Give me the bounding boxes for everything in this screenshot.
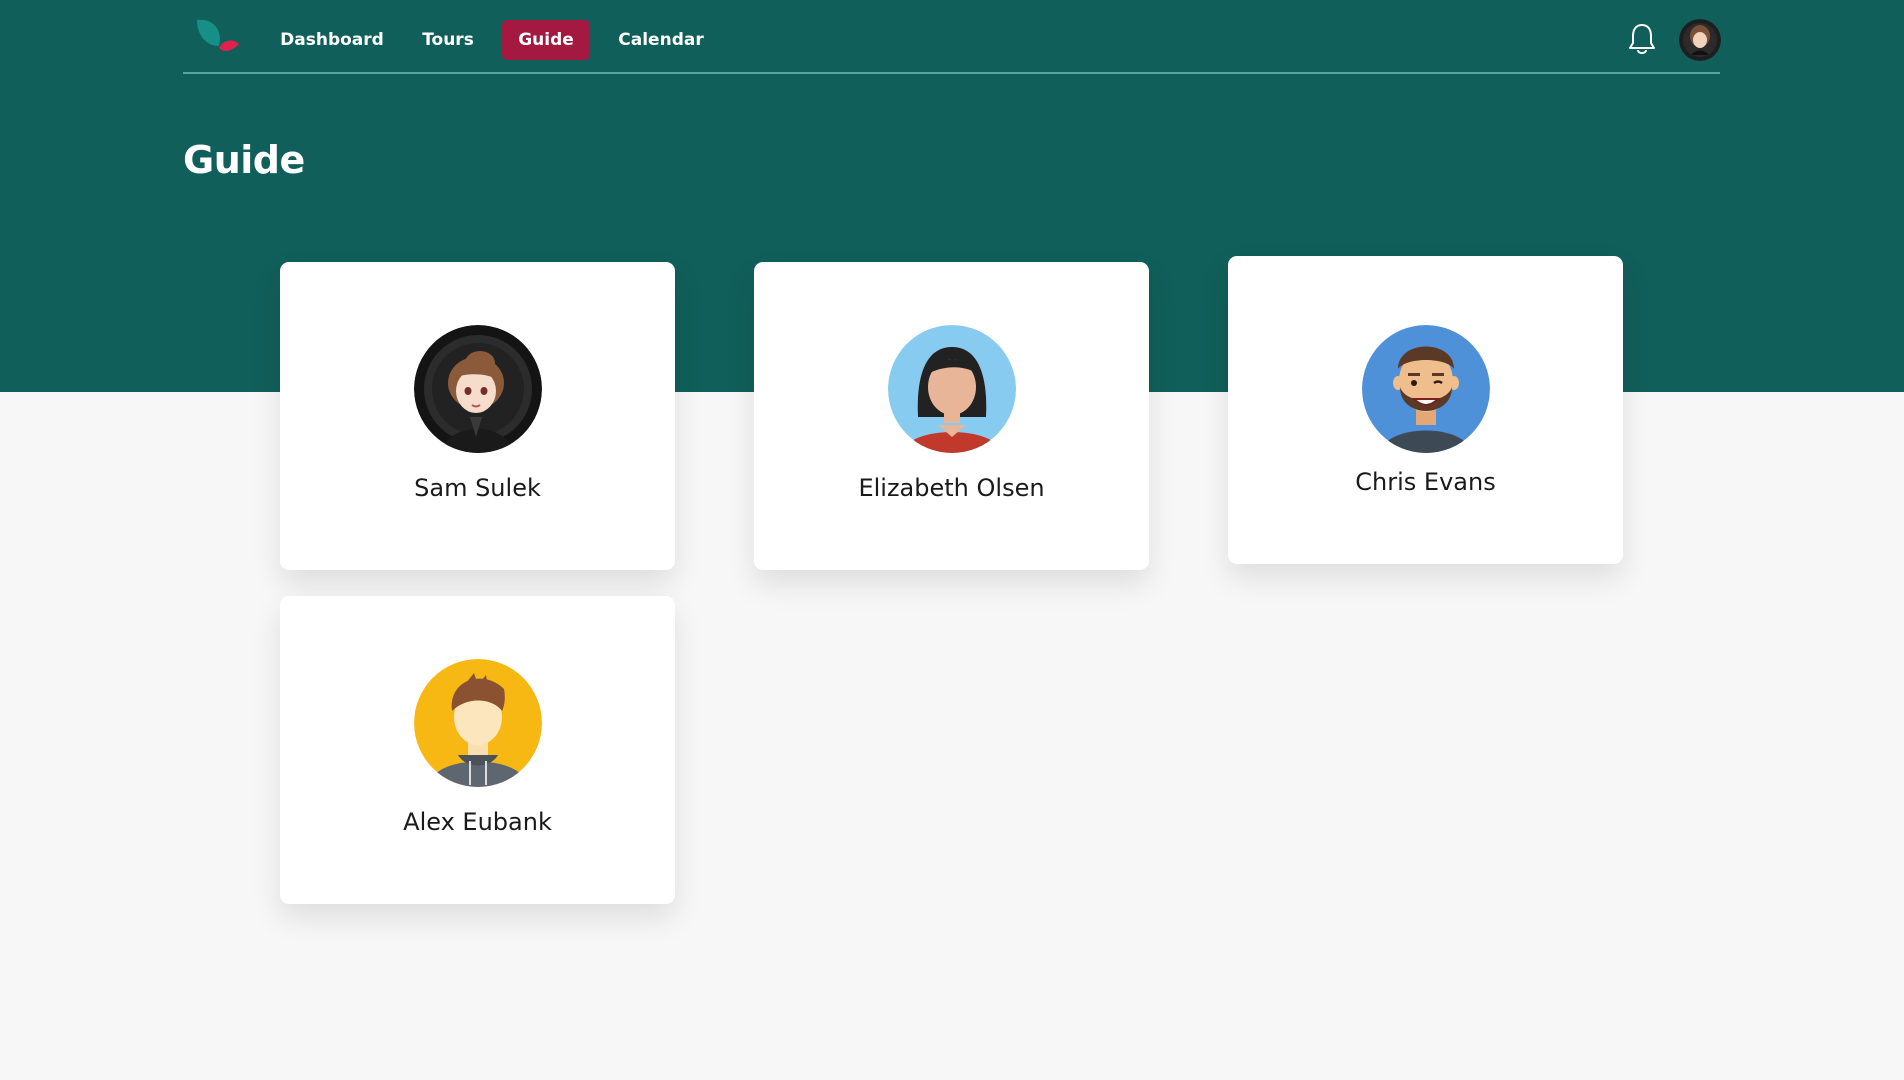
leaf-logo-icon[interactable] [193,16,243,60]
nav-calendar[interactable]: Calendar [611,20,711,60]
guide-card[interactable]: Chris Evans [1228,256,1623,564]
hoodie-man-avatar-icon [414,659,542,787]
guide-name: Sam Sulek [414,474,541,502]
page-title: Guide [183,138,305,182]
anime-avatar-icon [414,325,542,453]
nav-guide[interactable]: Guide [502,20,590,60]
nav-dashboard[interactable]: Dashboard [277,20,387,60]
nav-tours[interactable]: Tours [408,20,488,60]
guide-name: Elizabeth Olsen [858,474,1045,502]
guide-name: Chris Evans [1355,468,1496,496]
guide-card[interactable]: Elizabeth Olsen [754,262,1149,570]
guide-card[interactable]: Sam Sulek [280,262,675,570]
bell-icon[interactable] [1627,22,1657,56]
woman-avatar-icon [888,325,1016,453]
guide-card[interactable]: Alex Eubank [280,596,675,904]
user-avatar-icon[interactable] [1679,19,1721,61]
guide-name: Alex Eubank [403,808,552,836]
top-navbar: Dashboard Tours Guide Calendar [183,0,1721,74]
bearded-man-avatar-icon [1362,325,1490,453]
